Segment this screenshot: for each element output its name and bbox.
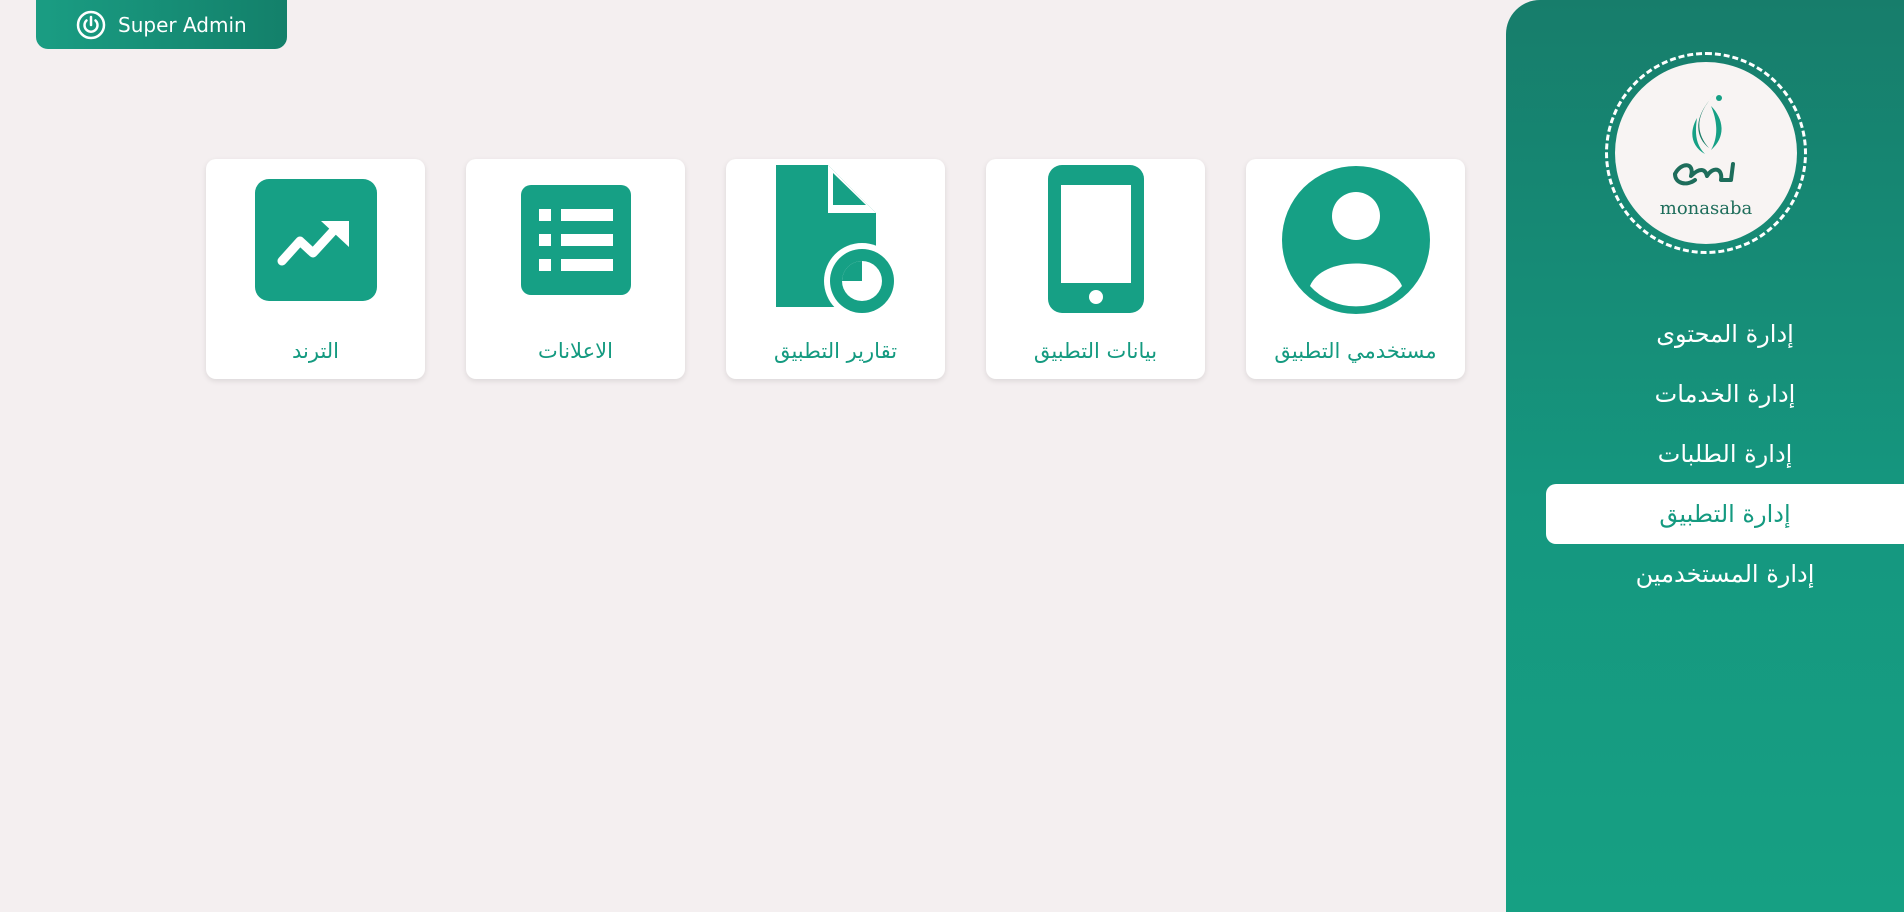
list-icon (520, 185, 631, 299)
card-label: مستخدمي التطبيق (1274, 339, 1437, 363)
sidebar-item-orders[interactable]: إدارة الطلبات (1546, 424, 1904, 484)
sidebar-item-label: إدارة التطبيق (1659, 500, 1791, 528)
card-label: تقارير التطبيق (773, 339, 898, 363)
logo: monasaba (1605, 52, 1807, 254)
card-label: الاعلانات (538, 339, 613, 363)
user-icon (1281, 166, 1430, 318)
card-app-data[interactable]: بيانات التطبيق (986, 159, 1205, 379)
card-label: الترند (291, 339, 340, 363)
report-icon (768, 165, 904, 319)
sidebar-item-app[interactable]: إدارة التطبيق (1546, 484, 1904, 544)
card-app-reports[interactable]: تقارير التطبيق (726, 159, 945, 379)
app-management-cards: الترند الاعلانات تقارير التطبيق بيانات ا… (206, 159, 1465, 379)
sidebar: monasaba إدارة المحتوى إدارة الخدمات إدا… (1506, 0, 1904, 912)
super-admin-button[interactable]: Super Admin (36, 0, 287, 49)
card-trend[interactable]: الترند (206, 159, 425, 379)
sidebar-item-services[interactable]: إدارة الخدمات (1546, 364, 1904, 424)
sidebar-item-label: إدارة الخدمات (1654, 380, 1796, 408)
card-app-users[interactable]: مستخدمي التطبيق (1246, 159, 1465, 379)
sidebar-item-content[interactable]: إدارة المحتوى (1546, 304, 1904, 364)
card-ads[interactable]: الاعلانات (466, 159, 685, 379)
super-admin-label: Super Admin (118, 12, 247, 37)
card-label: بيانات التطبيق (1033, 339, 1158, 363)
sidebar-item-label: إدارة المستخدمين (1635, 560, 1815, 588)
logo-mark-icon (1661, 88, 1751, 202)
sidebar-nav: إدارة المحتوى إدارة الخدمات إدارة الطلبا… (1546, 304, 1904, 604)
power-icon (76, 10, 106, 40)
phone-icon (1047, 165, 1144, 319)
trend-icon (254, 179, 377, 305)
sidebar-item-label: إدارة الطلبات (1657, 440, 1793, 468)
logo-text: monasaba (1659, 197, 1753, 219)
sidebar-item-users[interactable]: إدارة المستخدمين (1546, 544, 1904, 604)
sidebar-item-label: إدارة المحتوى (1656, 320, 1794, 348)
